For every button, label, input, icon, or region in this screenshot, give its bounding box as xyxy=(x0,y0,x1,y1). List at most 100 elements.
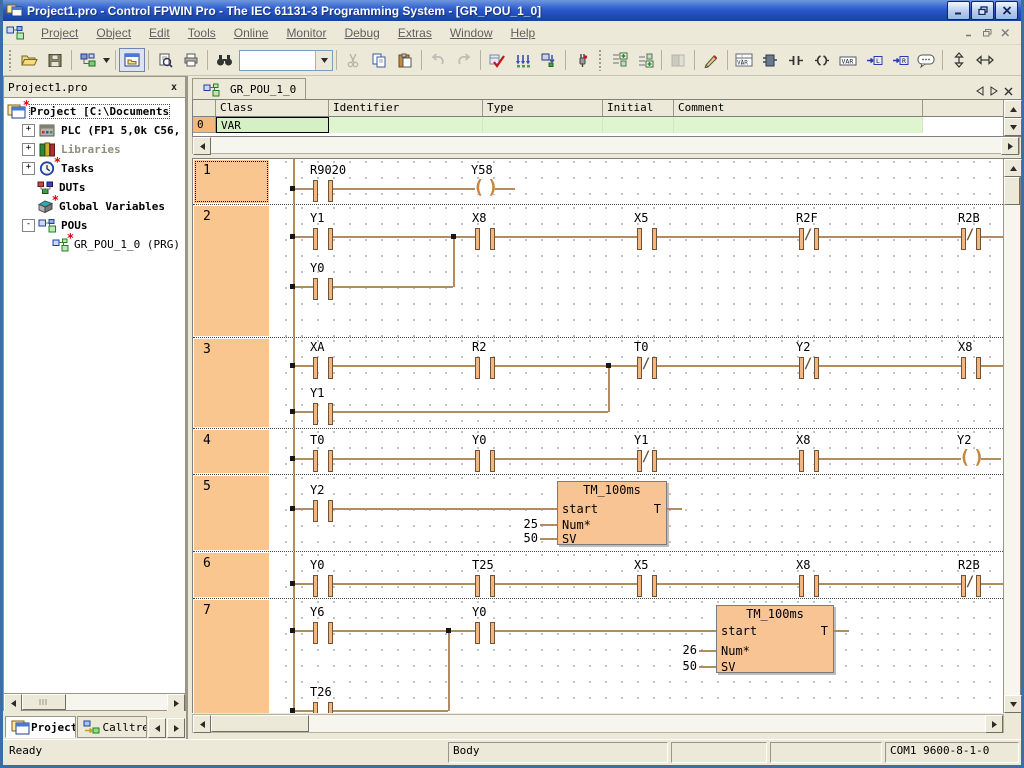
ladder-vscroll-track[interactable] xyxy=(1004,205,1020,695)
toolbar-compile-check-icon[interactable] xyxy=(484,48,510,72)
ladder-scroll-left-icon[interactable] xyxy=(193,715,211,733)
ladder-vscroll-thumb[interactable] xyxy=(1004,177,1020,205)
rung-number-cell[interactable]: 1 xyxy=(194,160,269,203)
menu-help[interactable]: Help xyxy=(502,23,545,43)
toolbar-undo-icon[interactable] xyxy=(425,48,451,72)
toolbar-function-block-icon[interactable] xyxy=(757,48,783,72)
sidebar-close-icon[interactable]: x xyxy=(167,81,181,94)
toolbar-insert-network-after-icon[interactable] xyxy=(632,48,658,72)
toolbar-edit-pencil-icon[interactable] xyxy=(698,48,724,72)
timer-block[interactable]: TM_100msstartNum*SVT xyxy=(716,605,834,673)
sidebar-tab-calltre[interactable]: Calltre xyxy=(77,716,148,738)
timer-block[interactable]: TM_100msstartNum*SVT xyxy=(557,481,667,545)
tab-next-icon[interactable] xyxy=(990,86,998,96)
minimize-button[interactable] xyxy=(947,1,970,20)
toolbar-fit-width-icon[interactable] xyxy=(972,48,998,72)
toolbar-input-variable-icon[interactable]: L xyxy=(861,48,887,72)
rung-number-cell[interactable]: 3 xyxy=(194,339,269,427)
tree-item-libraries[interactable]: +Libraries xyxy=(4,140,185,159)
tree-expander-icon[interactable]: - xyxy=(22,219,35,232)
search-combobox[interactable] xyxy=(239,50,333,71)
coil[interactable]: ( xyxy=(473,176,484,198)
toolbar-find-binoculars-icon[interactable] xyxy=(211,48,237,72)
search-combobox-value[interactable] xyxy=(240,51,315,70)
menu-monitor[interactable]: Monitor xyxy=(277,23,335,43)
menu-object[interactable]: Object xyxy=(87,23,140,43)
toolbar-fit-height-icon[interactable] xyxy=(946,48,972,72)
toolbar-paste-icon[interactable] xyxy=(392,48,418,72)
timer-pin-value[interactable]: 25 xyxy=(498,517,538,531)
toolbar-project-window-toggle-icon[interactable] xyxy=(119,48,145,72)
toolbar-cut-icon[interactable] xyxy=(340,48,366,72)
rung-number-cell[interactable]: 7 xyxy=(194,600,269,713)
toolbar-grip[interactable] xyxy=(598,49,603,71)
grid-row-header[interactable]: 0 xyxy=(193,117,216,133)
toolbar-compile-changed-icon[interactable] xyxy=(536,48,562,72)
tab-gr-pou-1-0[interactable]: GR_POU_1_0 xyxy=(192,78,306,99)
grid-cell-identifier[interactable] xyxy=(329,117,483,133)
menu-online[interactable]: Online xyxy=(225,23,278,43)
toolbar-online-plug-icon[interactable] xyxy=(569,48,595,72)
toolbar-coil-insert-icon[interactable] xyxy=(809,48,835,72)
grid-scroll-right-icon[interactable] xyxy=(1001,137,1019,155)
tabs-scroll-left-icon[interactable] xyxy=(148,718,166,738)
ladder-hscroll-track[interactable] xyxy=(309,715,985,732)
rung-number-cell[interactable]: 2 xyxy=(194,206,269,336)
grid-cell-type[interactable] xyxy=(483,117,603,133)
tree-item-gr-pou-1-0-prg[interactable]: *GR_POU_1_0 (PRG) xyxy=(4,235,185,254)
ladder-scroll-up-icon[interactable] xyxy=(1004,159,1022,177)
toolbar-contact-insert-icon[interactable] xyxy=(783,48,809,72)
compile-dropdown-arrow-icon[interactable] xyxy=(101,49,112,71)
toolbar-variable-box-icon[interactable]: VAR xyxy=(835,48,861,72)
timer-pin-value[interactable]: 50 xyxy=(657,659,697,673)
grid-scroll-down-icon[interactable] xyxy=(1004,118,1022,136)
coil[interactable]: ) xyxy=(973,446,984,468)
toolbar-copy-icon[interactable] xyxy=(366,48,392,72)
toolbar-compile-dropdown-icon[interactable] xyxy=(75,48,101,72)
ladder-scroll-right-icon[interactable] xyxy=(985,715,1003,733)
menu-edit[interactable]: Edit xyxy=(140,23,179,43)
toolbar-save-icon[interactable] xyxy=(42,48,68,72)
toolbar-output-variable-icon[interactable]: R xyxy=(887,48,913,72)
toolbar-comment-bubble-icon[interactable] xyxy=(913,48,939,72)
menu-tools[interactable]: Tools xyxy=(179,23,225,43)
timer-pin-value[interactable]: 26 xyxy=(657,643,697,657)
grid-vscrollbar[interactable] xyxy=(1003,100,1020,136)
restore-button[interactable] xyxy=(971,1,994,20)
menu-project[interactable]: Project xyxy=(32,23,87,43)
tree-item-duts[interactable]: DUTs xyxy=(4,178,185,197)
tree-item-pous[interactable]: -POUs xyxy=(4,216,185,235)
ladder-vscrollbar[interactable] xyxy=(1003,159,1020,713)
combobox-dropdown-icon[interactable] xyxy=(315,51,332,70)
mdi-minimize-button[interactable] xyxy=(962,26,977,39)
coil[interactable]: ) xyxy=(487,176,498,198)
grid-cell-initial[interactable] xyxy=(603,117,674,133)
ladder-hscroll-thumb[interactable] xyxy=(211,715,309,732)
grid-cell-class[interactable]: VAR xyxy=(216,117,329,133)
tree-item-project-c-documents[interactable]: *Project [C:\Documents xyxy=(4,102,185,121)
menu-window[interactable]: Window xyxy=(441,23,502,43)
toolbar-print-icon[interactable] xyxy=(178,48,204,72)
rung-number-cell[interactable]: 6 xyxy=(194,553,269,597)
toolbar-open-folder-icon[interactable] xyxy=(16,48,42,72)
rung-number-cell[interactable]: 4 xyxy=(194,430,269,473)
tab-prev-icon[interactable] xyxy=(976,86,984,96)
toolbar-network-select-icon[interactable] xyxy=(665,48,691,72)
tree-expander-icon[interactable]: + xyxy=(22,124,35,137)
toolbar-grip[interactable] xyxy=(8,49,13,71)
menu-extras[interactable]: Extras xyxy=(389,23,441,43)
tree-expander-icon[interactable]: + xyxy=(22,162,35,175)
menu-debug[interactable]: Debug xyxy=(335,23,388,43)
toolbar-pou-header-grid-icon[interactable]: VAR xyxy=(731,48,757,72)
ladder-scroll-down-icon[interactable] xyxy=(1004,695,1022,713)
rung-number-cell[interactable]: 5 xyxy=(194,476,269,550)
toolbar-compile-all-icon[interactable] xyxy=(510,48,536,72)
toolbar-print-preview-icon[interactable] xyxy=(152,48,178,72)
tree-item-tasks[interactable]: +*Tasks xyxy=(4,159,185,178)
scroll-track[interactable] xyxy=(66,694,167,710)
ladder-hscrollbar[interactable] xyxy=(192,714,1004,733)
mdi-restore-button[interactable] xyxy=(980,26,995,39)
grid-scroll-left-icon[interactable] xyxy=(193,137,211,155)
tree-item-plc-fp1-5-0k-c56[interactable]: +PLC (FP1 5,0k C56, xyxy=(4,121,185,140)
tree-expander-icon[interactable]: + xyxy=(22,143,35,156)
